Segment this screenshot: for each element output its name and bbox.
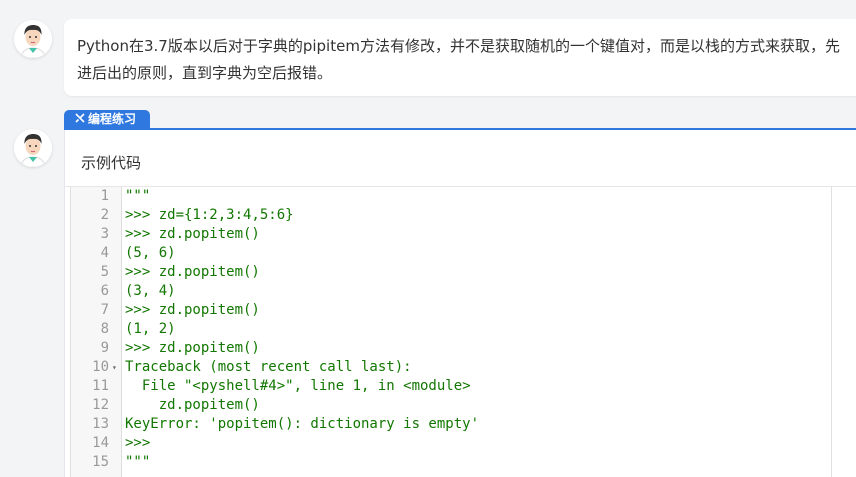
code-text: """ xyxy=(125,188,151,204)
code-tool-icon xyxy=(75,110,88,129)
message-bubble: Python在3.7版本以后对于字典的pipitem方法有修改，并不是获取随机的… xyxy=(64,19,856,96)
code-line: 4 (5, 6) xyxy=(71,244,831,263)
code-line: 3 >>> zd.popitem() xyxy=(71,225,831,244)
code-text: >>> zd={1:2,3:4,5:6} xyxy=(125,207,294,223)
avatar xyxy=(14,20,52,58)
code-text: File "<pyshell#4>", line 1, in <module> xyxy=(125,378,471,394)
line-number: 15 xyxy=(92,454,109,470)
code-text: KeyError: 'popitem(): dictionary is empt… xyxy=(125,416,480,432)
line-number: 14 xyxy=(92,435,109,451)
line-number: 10 xyxy=(92,359,109,375)
code-text: >>> zd.popitem() xyxy=(125,302,260,318)
code-line: 12 zd.popitem() xyxy=(71,396,831,415)
code-line: 5 >>> zd.popitem() xyxy=(71,263,831,282)
code-text: >>> xyxy=(125,435,151,451)
message-text: Python在3.7版本以后对于字典的pipitem方法有修改，并不是获取随机的… xyxy=(77,37,840,82)
line-number: 11 xyxy=(92,378,109,394)
code-line: 1 """ xyxy=(71,187,831,206)
cartoon-avatar-icon xyxy=(14,129,52,167)
line-number: 7 xyxy=(100,302,109,318)
code-line: 8 (1, 2) xyxy=(71,320,831,339)
code-text: >>> zd.popitem() xyxy=(125,264,260,280)
tab-label: 编程练习 xyxy=(88,112,137,126)
code-editor[interactable]: 1 """ 2 >>> zd={1:2,3:4,5:6} 3 >>> zd.popitem… xyxy=(70,187,832,477)
code-line: 9 >>> zd.popitem() xyxy=(71,339,831,358)
avatar xyxy=(14,129,52,167)
code-text: (3, 4) xyxy=(125,283,176,299)
line-number: 13 xyxy=(92,416,109,432)
line-number: 1 xyxy=(100,188,109,204)
line-number: 3 xyxy=(100,226,109,242)
code-text: Traceback (most recent call last): xyxy=(125,359,412,375)
line-number: 6 xyxy=(100,283,109,299)
code-line: 11 File "<pyshell#4>", line 1, in <modul… xyxy=(71,377,831,396)
code-line: 2 >>> zd={1:2,3:4,5:6} xyxy=(71,206,831,225)
code-text: zd.popitem() xyxy=(125,397,260,413)
line-number: 9 xyxy=(100,340,109,356)
tab-coding-practice[interactable]: 编程练习 xyxy=(64,110,150,129)
card-title: 示例代码 xyxy=(81,154,142,172)
line-number: 8 xyxy=(100,321,109,337)
code-text: (1, 2) xyxy=(125,321,176,337)
code-line: 14 >>> xyxy=(71,434,831,453)
code-line: 7 >>> zd.popitem() xyxy=(71,301,831,320)
cartoon-avatar-icon xyxy=(14,20,52,58)
line-number: 4 xyxy=(100,245,109,261)
code-text: (5, 6) xyxy=(125,245,176,261)
code-line: 6 (3, 4) xyxy=(71,282,831,301)
fold-arrow-icon[interactable]: ▾ xyxy=(112,358,117,377)
line-number: 12 xyxy=(92,397,109,413)
code-text: >>> zd.popitem() xyxy=(125,340,260,356)
line-number: 5 xyxy=(100,264,109,280)
code-text: >>> zd.popitem() xyxy=(125,226,260,242)
code-line: 10 ▾ Traceback (most recent call last): xyxy=(71,358,831,377)
code-line: 15 """ xyxy=(71,453,831,472)
code-line: 13 KeyError: 'popitem(): dictionary is em… xyxy=(71,415,831,434)
code-text: """ xyxy=(125,454,151,470)
line-number: 2 xyxy=(100,207,109,223)
